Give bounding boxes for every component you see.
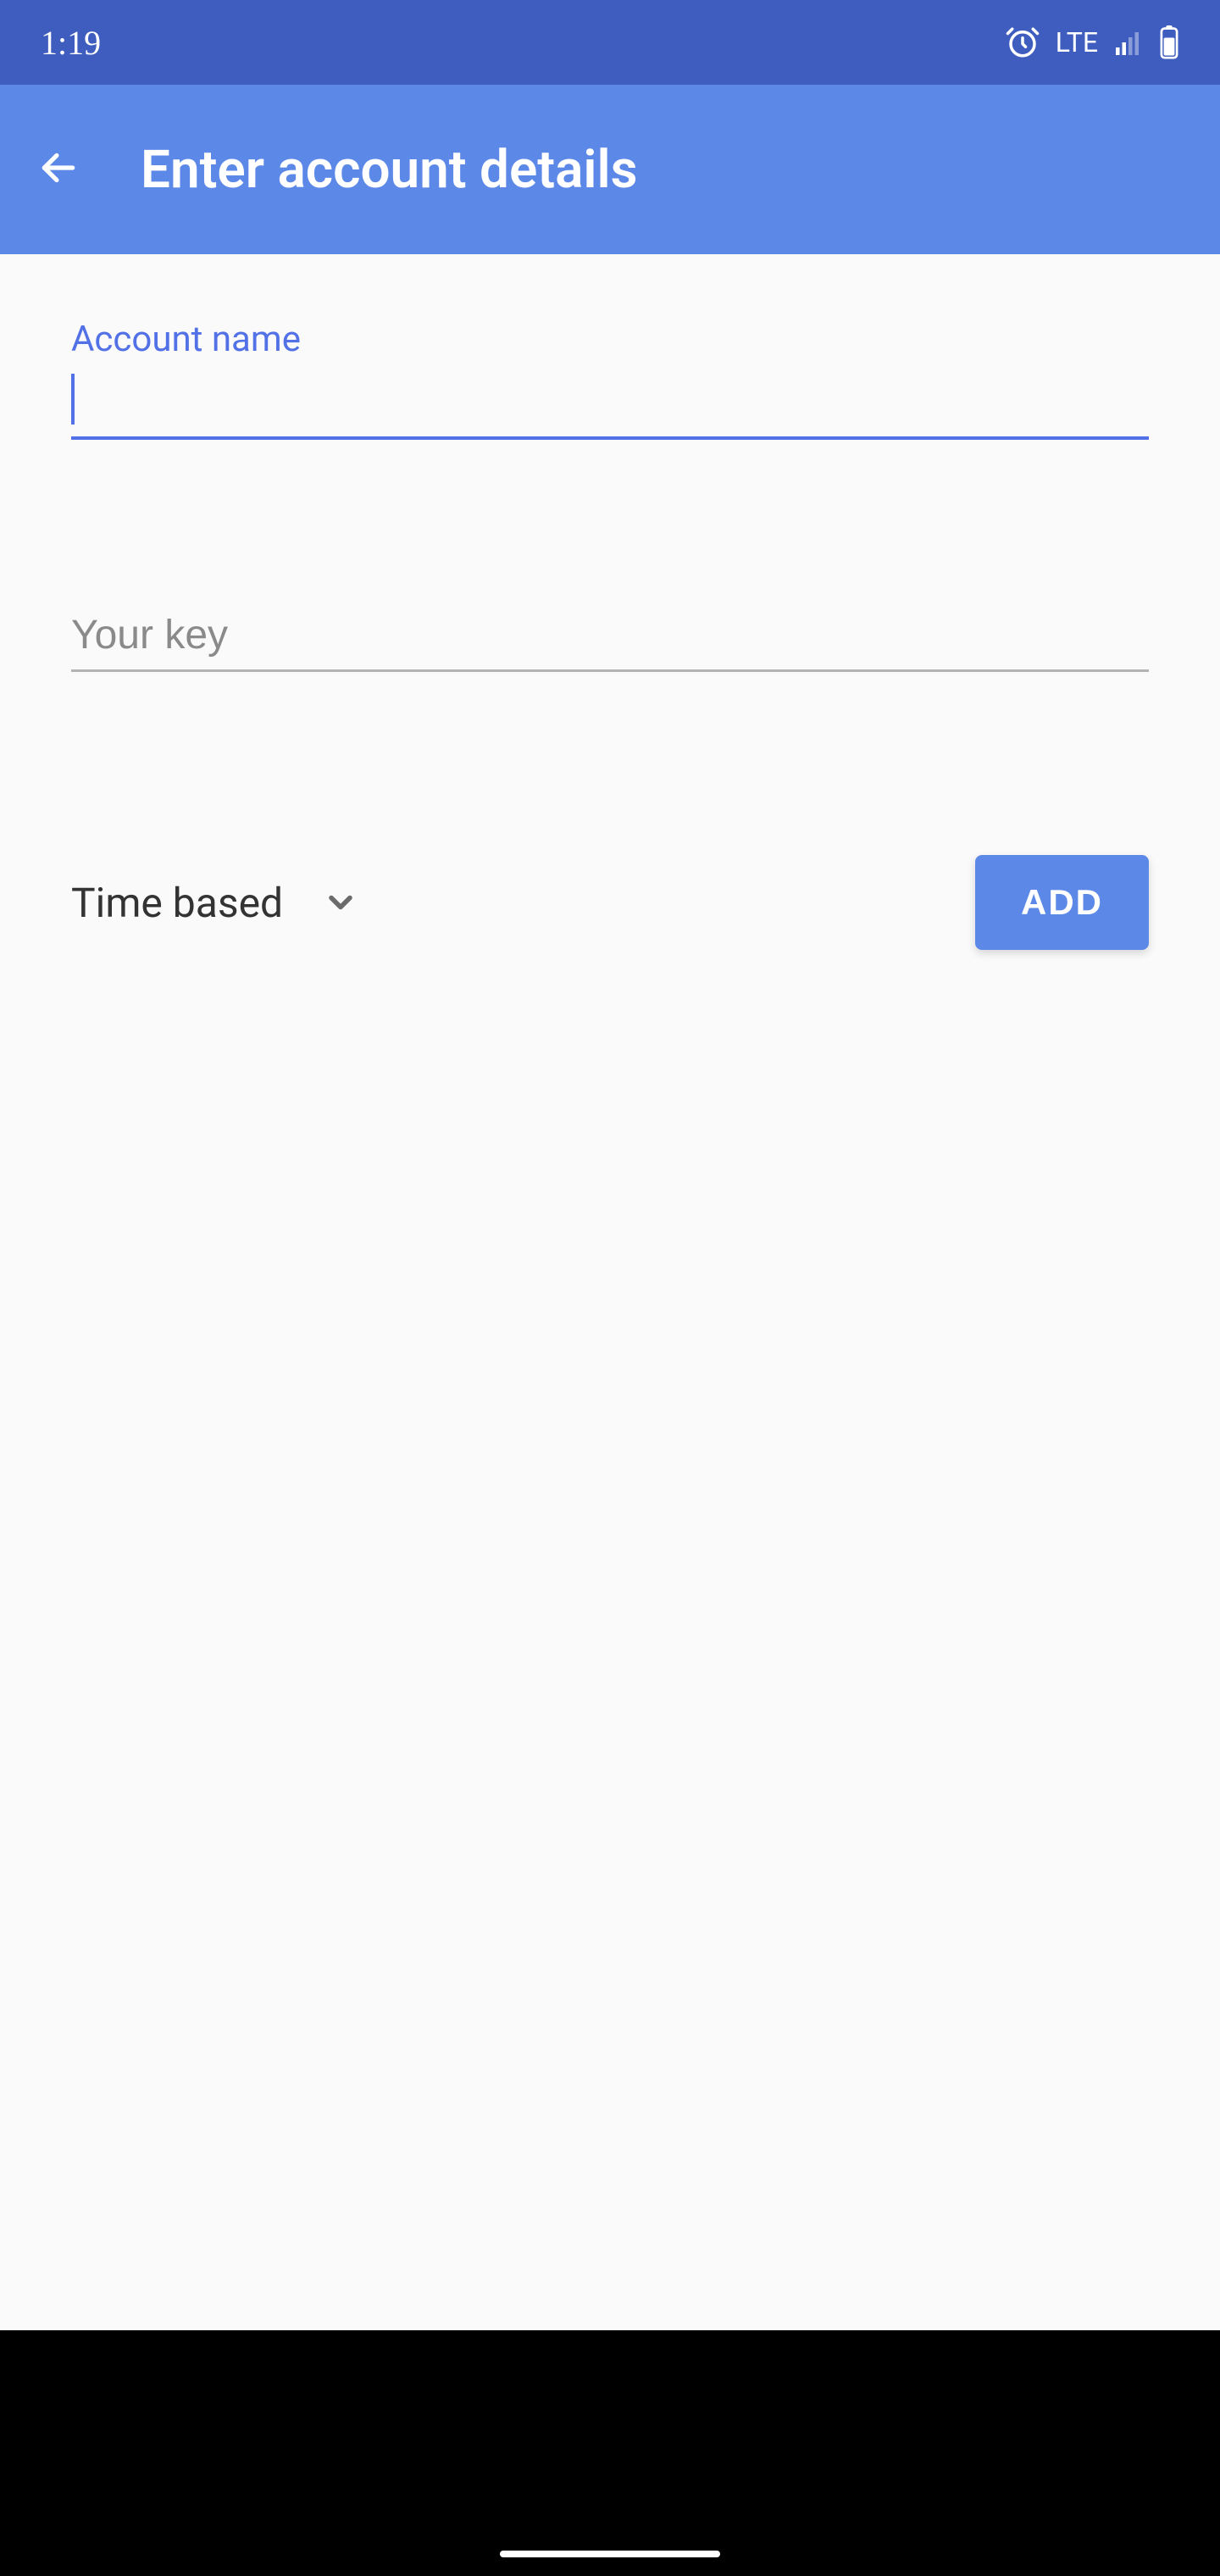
signal-icon (1113, 27, 1144, 58)
type-dropdown[interactable]: Time based (71, 879, 359, 927)
key-field (71, 601, 1149, 672)
system-nav-bar (0, 2330, 1220, 2576)
key-input[interactable] (71, 601, 1149, 672)
home-indicator[interactable] (500, 2551, 720, 2557)
status-bar: 1:19 LTE (0, 0, 1220, 85)
network-type-text: LTE (1056, 26, 1098, 58)
account-name-input[interactable] (71, 367, 1149, 440)
chevron-down-icon (322, 884, 359, 921)
action-row: Time based ADD (71, 855, 1149, 950)
page-title: Enter account details (141, 139, 638, 201)
alarm-icon (1005, 25, 1040, 60)
status-time-text: 1:19 (41, 24, 101, 62)
app-bar: Enter account details (0, 85, 1220, 254)
content-area: Account name Time based ADD (0, 254, 1220, 2330)
account-name-label: Account name (71, 319, 1149, 360)
back-icon[interactable] (37, 147, 80, 192)
type-dropdown-label: Time based (71, 879, 283, 927)
battery-icon (1159, 25, 1179, 59)
status-time: 1:19 (41, 23, 101, 63)
account-name-field: Account name (71, 319, 1149, 440)
add-button[interactable]: ADD (975, 855, 1149, 950)
status-right-cluster: LTE (101, 25, 1179, 60)
